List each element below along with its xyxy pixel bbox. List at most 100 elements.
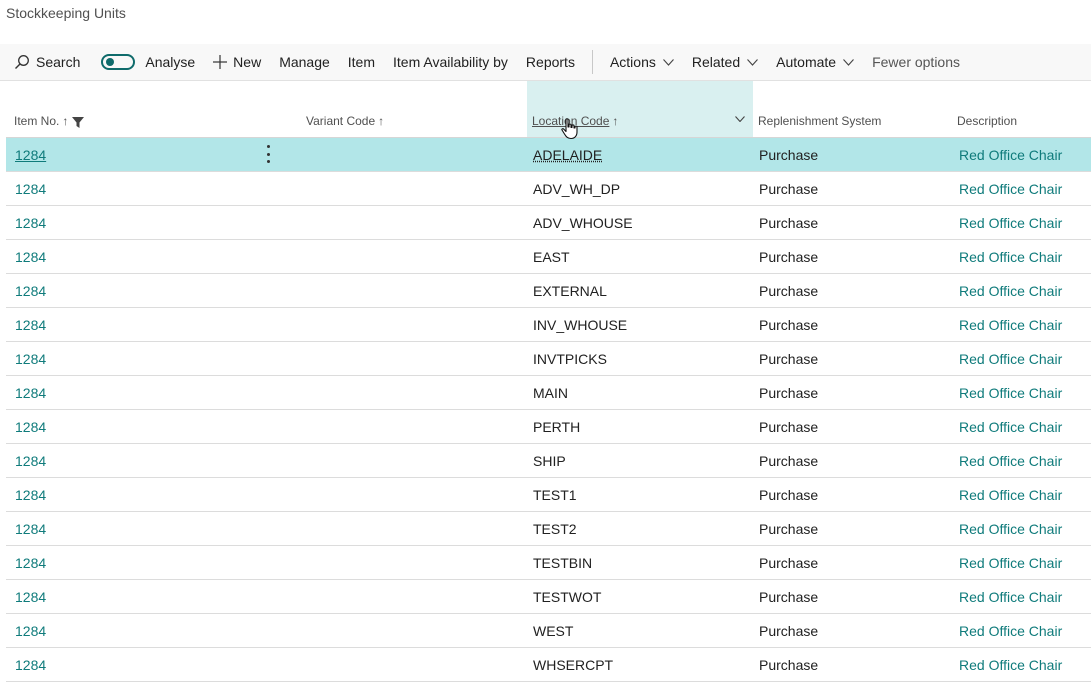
- location-code-cell[interactable]: WEST: [533, 614, 573, 647]
- table-row[interactable]: 1284 WEST Purchase Red Office Chair: [6, 614, 1091, 648]
- analyse-toggle[interactable]: Analyse: [89, 44, 204, 80]
- table-row[interactable]: 1284 TESTWOT Purchase Red Office Chair: [6, 580, 1091, 614]
- location-code-cell[interactable]: TEST1: [533, 478, 577, 511]
- table-row[interactable]: 1284 INV_WHOUSE Purchase Red Office Chair: [6, 308, 1091, 342]
- manage-button[interactable]: Manage: [270, 44, 339, 80]
- item-no-link[interactable]: 1284: [15, 342, 46, 375]
- description-link[interactable]: Red Office Chair: [959, 546, 1062, 579]
- description-link[interactable]: Red Office Chair: [959, 308, 1062, 341]
- item-no-link[interactable]: 1284: [15, 172, 46, 205]
- item-no-link[interactable]: 1284: [15, 138, 46, 171]
- item-availability-button[interactable]: Item Availability by: [384, 44, 517, 80]
- table-row[interactable]: 1284 PERTH Purchase Red Office Chair: [6, 410, 1091, 444]
- column-header-description[interactable]: Description: [957, 81, 1091, 137]
- description-link[interactable]: Red Office Chair: [959, 376, 1062, 409]
- table-row[interactable]: 1284 ADELAIDE Purchase Red Office Chair: [6, 138, 1091, 172]
- replenishment-system-cell: Purchase: [759, 248, 819, 265]
- description-link[interactable]: Red Office Chair: [959, 240, 1062, 273]
- table-row[interactable]: 1284 TEST1 Purchase Red Office Chair: [6, 478, 1091, 512]
- chevron-down-icon: [747, 58, 759, 66]
- description-link[interactable]: Red Office Chair: [959, 206, 1062, 239]
- toolbar-divider: [591, 50, 593, 74]
- location-code-cell[interactable]: ADV_WHOUSE: [533, 206, 633, 239]
- item-button[interactable]: Item: [339, 44, 384, 80]
- description-header-label: Description: [957, 114, 1018, 128]
- grid-header: Item No. ↑ Variant Code ↑ Location Code …: [6, 81, 1091, 138]
- location-code-cell[interactable]: TESTWOT: [533, 580, 601, 613]
- table-row[interactable]: 1284 TEST2 Purchase Red Office Chair: [6, 512, 1091, 546]
- item-no-link[interactable]: 1284: [15, 546, 46, 579]
- item-no-link[interactable]: 1284: [15, 376, 46, 409]
- table-row[interactable]: 1284 ADV_WHOUSE Purchase Red Office Chair: [6, 206, 1091, 240]
- replenishment-system-cell: Purchase: [759, 350, 819, 367]
- column-header-variant-code[interactable]: Variant Code ↑: [306, 81, 526, 137]
- replenishment-system-cell: Purchase: [759, 452, 819, 469]
- item-no-link[interactable]: 1284: [15, 648, 46, 681]
- plus-icon: [213, 55, 228, 69]
- column-header-replenishment-system[interactable]: Replenishment System: [758, 81, 958, 137]
- description-link[interactable]: Red Office Chair: [959, 410, 1062, 443]
- reports-button[interactable]: Reports: [517, 44, 584, 80]
- table-row[interactable]: 1284 MAIN Purchase Red Office Chair: [6, 376, 1091, 410]
- location-code-cell[interactable]: ADV_WH_DP: [533, 172, 620, 205]
- description-link[interactable]: Red Office Chair: [959, 512, 1062, 545]
- fewer-options-label: Fewer options: [872, 54, 961, 70]
- location-code-cell[interactable]: WHSERCPT: [533, 648, 613, 681]
- search-label: Search: [36, 54, 81, 70]
- item-no-link[interactable]: 1284: [15, 240, 46, 273]
- location-code-cell[interactable]: MAIN: [533, 376, 568, 409]
- item-no-link[interactable]: 1284: [15, 274, 46, 307]
- location-code-cell[interactable]: EAST: [533, 240, 570, 273]
- row-actions-icon[interactable]: [264, 145, 272, 163]
- location-code-cell[interactable]: INV_WHOUSE: [533, 308, 627, 341]
- item-no-link[interactable]: 1284: [15, 512, 46, 545]
- location-code-cell[interactable]: SHIP: [533, 444, 566, 477]
- related-menu[interactable]: Related: [683, 44, 767, 80]
- table-row[interactable]: 1284 TESTBIN Purchase Red Office Chair: [6, 546, 1091, 580]
- location-code-cell[interactable]: TEST2: [533, 512, 577, 545]
- description-link[interactable]: Red Office Chair: [959, 580, 1062, 613]
- item-no-link[interactable]: 1284: [15, 614, 46, 647]
- description-link[interactable]: Red Office Chair: [959, 648, 1062, 681]
- description-link[interactable]: Red Office Chair: [959, 342, 1062, 375]
- location-code-cell[interactable]: INVTPICKS: [533, 342, 607, 375]
- description-link[interactable]: Red Office Chair: [959, 274, 1062, 307]
- description-link[interactable]: Red Office Chair: [959, 444, 1062, 477]
- chevron-down-icon[interactable]: [735, 111, 745, 125]
- automate-menu[interactable]: Automate: [767, 44, 863, 80]
- item-no-link[interactable]: 1284: [15, 308, 46, 341]
- table-row[interactable]: 1284 INVTPICKS Purchase Red Office Chair: [6, 342, 1091, 376]
- table-row[interactable]: 1284 ADV_WH_DP Purchase Red Office Chair: [6, 172, 1091, 206]
- column-header-item-no[interactable]: Item No. ↑: [14, 81, 294, 137]
- chevron-down-icon: [843, 58, 854, 66]
- toggle-switch[interactable]: [101, 54, 136, 70]
- item-no-link[interactable]: 1284: [15, 580, 46, 613]
- description-link[interactable]: Red Office Chair: [959, 138, 1062, 171]
- item-no-link[interactable]: 1284: [15, 410, 46, 443]
- new-button[interactable]: New: [204, 44, 270, 80]
- location-code-cell[interactable]: PERTH: [533, 410, 580, 443]
- replenishment-system-cell: Purchase: [759, 656, 819, 673]
- replenishment-system-cell: Purchase: [759, 146, 819, 163]
- reports-label: Reports: [525, 54, 575, 70]
- item-no-link[interactable]: 1284: [15, 444, 46, 477]
- table-row[interactable]: 1284 EAST Purchase Red Office Chair: [6, 240, 1091, 274]
- sort-ascending-icon: ↑: [378, 114, 385, 128]
- location-code-cell[interactable]: TESTBIN: [533, 546, 592, 579]
- table-row[interactable]: 1284 WHSERCPT Purchase Red Office Chair: [6, 648, 1091, 682]
- hand-cursor-icon: [561, 118, 579, 145]
- description-link[interactable]: Red Office Chair: [959, 478, 1062, 511]
- actions-menu[interactable]: Actions: [601, 44, 683, 80]
- table-row[interactable]: 1284 SHIP Purchase Red Office Chair: [6, 444, 1091, 478]
- location-code-cell[interactable]: EXTERNAL: [533, 274, 607, 307]
- sort-ascending-icon: ↑: [62, 114, 69, 128]
- replenishment-system-cell: Purchase: [759, 554, 819, 571]
- item-no-link[interactable]: 1284: [15, 206, 46, 239]
- replenishment-system-cell: Purchase: [759, 282, 819, 299]
- item-no-link[interactable]: 1284: [15, 478, 46, 511]
- table-row[interactable]: 1284 EXTERNAL Purchase Red Office Chair: [6, 274, 1091, 308]
- fewer-options-button[interactable]: Fewer options: [863, 44, 969, 80]
- description-link[interactable]: Red Office Chair: [959, 172, 1062, 205]
- description-link[interactable]: Red Office Chair: [959, 614, 1062, 647]
- search-button[interactable]: Search: [0, 44, 89, 80]
